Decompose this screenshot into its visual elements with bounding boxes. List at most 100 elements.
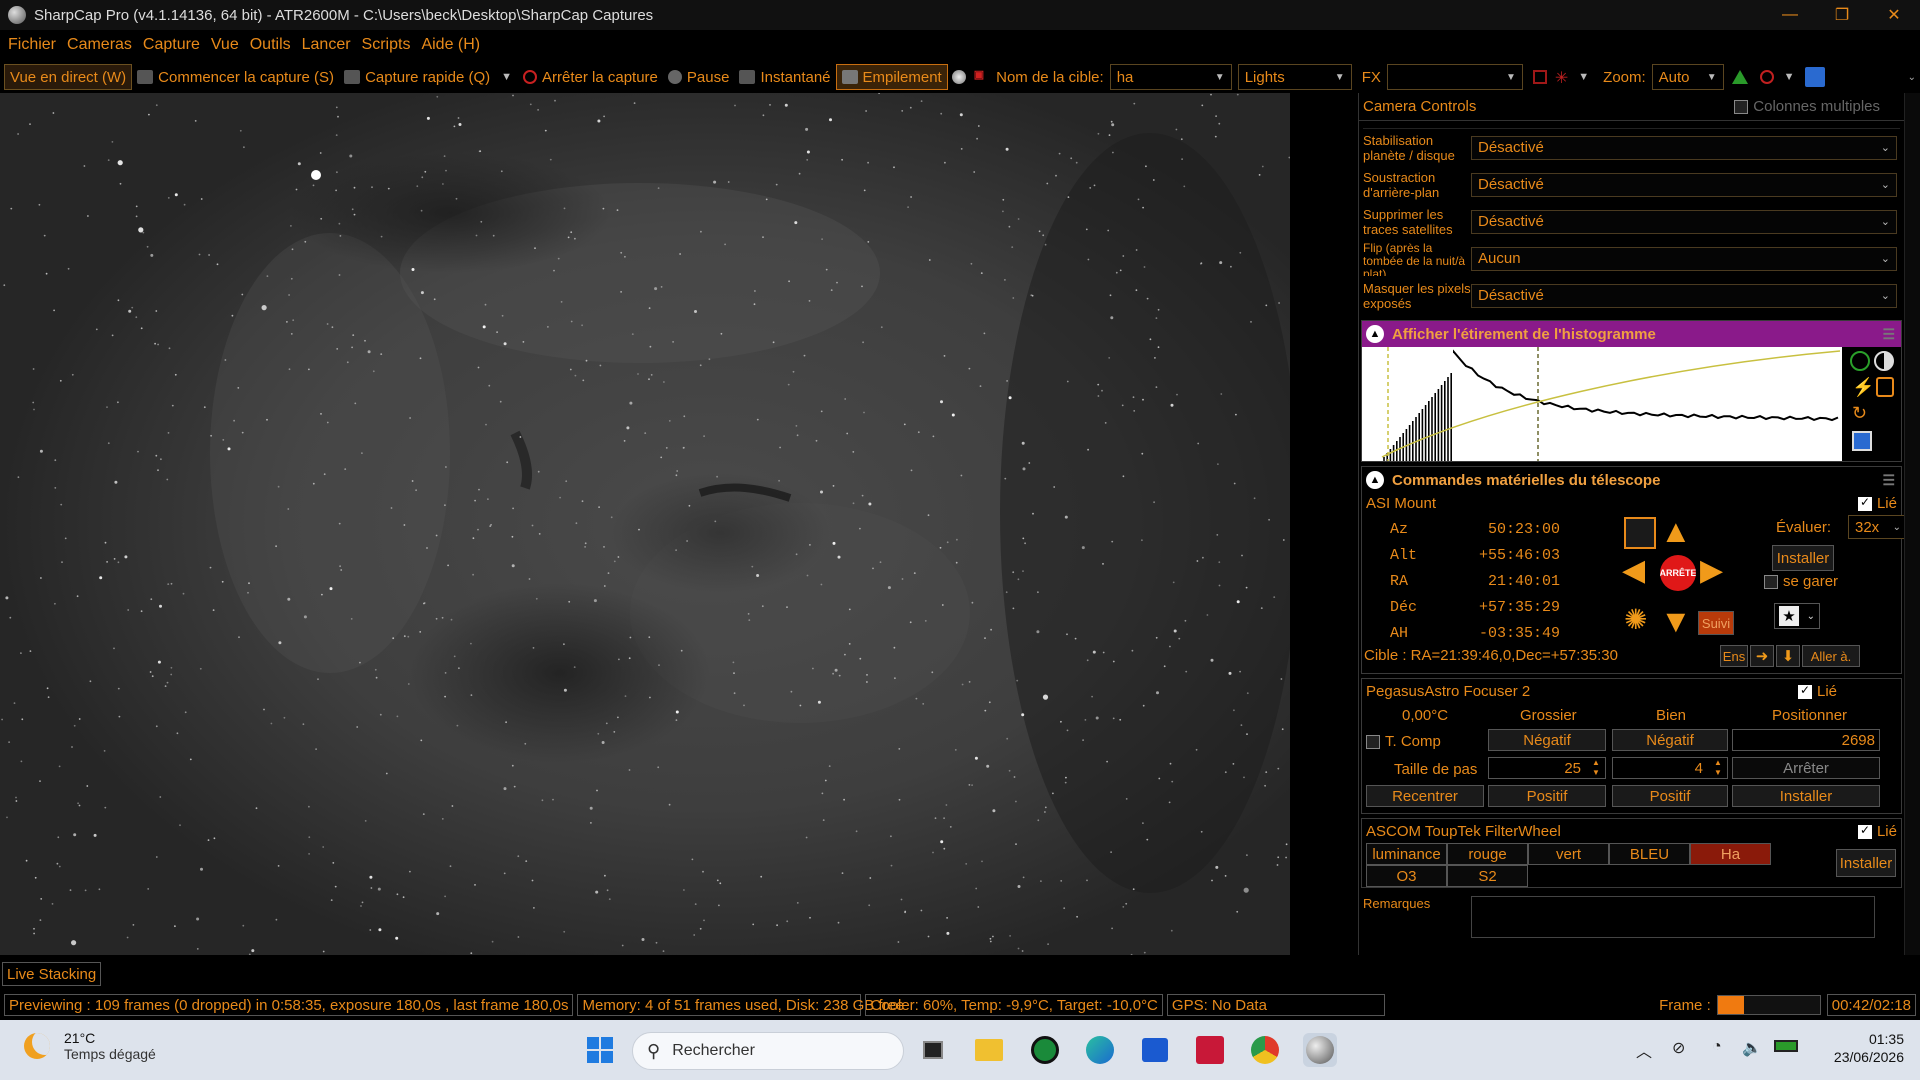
volume-icon[interactable]: 🔈 bbox=[1742, 1038, 1762, 1058]
green-app-icon[interactable] bbox=[1028, 1033, 1062, 1067]
arrow-down-icon[interactable]: ⬇ bbox=[1776, 645, 1800, 667]
target-name-select[interactable]: ha ▼ bbox=[1109, 64, 1232, 90]
chevron-up-icon[interactable]: ︿ bbox=[1636, 1038, 1652, 1062]
roi-icon[interactable] bbox=[1532, 70, 1547, 84]
filter-green-button[interactable]: vert bbox=[1528, 843, 1609, 865]
collapse-icon[interactable]: ▲ bbox=[1366, 471, 1384, 489]
star-select[interactable]: ★ ⌄ bbox=[1774, 603, 1820, 629]
zoom-select[interactable]: Auto ▼ bbox=[1651, 64, 1724, 90]
filter-luminance-button[interactable]: luminance bbox=[1366, 843, 1447, 865]
mount-install-button[interactable]: Installer bbox=[1772, 545, 1834, 571]
tcomp-toggle[interactable]: T. Comp bbox=[1366, 733, 1441, 750]
taskbar-search[interactable]: ⚲ Rechercher bbox=[632, 1032, 904, 1070]
fine-negative-button[interactable]: Négatif bbox=[1612, 729, 1728, 751]
windows-start-icon[interactable] bbox=[583, 1033, 617, 1067]
reset-icon[interactable]: ↻ bbox=[1852, 403, 1867, 424]
recenter-button[interactable]: Recentrer bbox=[1366, 785, 1484, 807]
auto-stretch-icon[interactable] bbox=[1850, 351, 1870, 371]
task-view-icon[interactable] bbox=[916, 1033, 950, 1067]
slew-west-button[interactable]: ◀ bbox=[1622, 555, 1645, 587]
background-subtraction-select[interactable]: Désactivé ⌄ bbox=[1471, 172, 1897, 197]
coarse-step-spinner[interactable]: ▲ ▼ bbox=[1588, 758, 1604, 778]
filterwheel-linked-checkbox[interactable] bbox=[1857, 823, 1872, 839]
stacking-button[interactable]: Empilement bbox=[835, 64, 948, 90]
network-off-icon[interactable]: ⊘ bbox=[1672, 1038, 1685, 1058]
record-icon[interactable]: ▣ bbox=[974, 68, 984, 86]
park-checkbox[interactable] bbox=[1764, 574, 1778, 589]
live-image-view[interactable] bbox=[0, 93, 1290, 955]
histogram-plot[interactable] bbox=[1362, 347, 1842, 461]
histogram-header[interactable]: ▲ Afficher l'étirement de l'histogramme … bbox=[1362, 321, 1901, 347]
sharpcap-taskbar-icon[interactable] bbox=[1303, 1033, 1337, 1067]
live-stacking-tab[interactable]: Live Stacking bbox=[2, 962, 102, 986]
ens-button[interactable]: Ens bbox=[1720, 645, 1748, 667]
weather-widget[interactable]: 21°C Temps dégagé bbox=[24, 1030, 156, 1062]
stop-capture-button[interactable]: Arrêter la capture bbox=[518, 64, 663, 90]
focuser-install-button[interactable]: Installer bbox=[1732, 785, 1880, 807]
overflow-icon[interactable]: ⌄ bbox=[1908, 72, 1916, 83]
chevron-down-icon[interactable]: ▼ bbox=[501, 71, 512, 83]
fine-step-spinner[interactable]: ▲ ▼ bbox=[1710, 758, 1726, 778]
menu-scripts[interactable]: Scripts bbox=[362, 36, 411, 54]
slew-rate-select[interactable]: 32x ⌄ bbox=[1848, 515, 1908, 539]
multi-columns-checkbox[interactable] bbox=[1734, 99, 1749, 114]
menu-tools[interactable]: Outils bbox=[250, 36, 291, 54]
tracking-button[interactable]: Suivi bbox=[1698, 611, 1734, 635]
focus-assist-icon[interactable] bbox=[1759, 70, 1774, 84]
filter-ha-button[interactable]: Ha bbox=[1690, 843, 1771, 865]
chevron-down-icon[interactable]: ▼ bbox=[1784, 71, 1795, 83]
edge-browser-icon[interactable] bbox=[1083, 1033, 1117, 1067]
pause-button[interactable]: Pause bbox=[663, 64, 735, 90]
park-toggle[interactable]: se garer bbox=[1764, 573, 1838, 590]
red-app-icon[interactable] bbox=[1193, 1033, 1227, 1067]
wifi-icon[interactable]: ◔ bbox=[1712, 1038, 1722, 1056]
filterwheel-linked-toggle[interactable]: Lié bbox=[1857, 823, 1897, 840]
pin-icon[interactable] bbox=[1804, 67, 1825, 87]
slew-east-button[interactable]: ▶ bbox=[1700, 555, 1723, 587]
contrast-icon[interactable] bbox=[1874, 351, 1894, 371]
filter-blue-button[interactable]: BLEU bbox=[1609, 843, 1690, 865]
file-explorer-icon[interactable] bbox=[972, 1033, 1006, 1067]
chrome-icon[interactable] bbox=[1248, 1033, 1282, 1067]
lightning-icon[interactable]: ⚡ bbox=[1852, 377, 1874, 398]
close-button[interactable]: ✕ bbox=[1868, 0, 1920, 30]
focuser-stop-button[interactable]: Arrêter bbox=[1732, 757, 1880, 779]
focuser-linked-checkbox[interactable] bbox=[1798, 683, 1812, 699]
filter-red-button[interactable]: rouge bbox=[1447, 843, 1528, 865]
snapshot-button[interactable]: Instantané bbox=[734, 64, 835, 90]
home-icon[interactable] bbox=[1624, 517, 1656, 549]
brightness-icon[interactable] bbox=[951, 70, 966, 84]
battery-icon[interactable] bbox=[1774, 1040, 1798, 1052]
crosshair-icon[interactable]: ✳ bbox=[1555, 68, 1568, 87]
collapse-icon[interactable]: ▲ bbox=[1366, 325, 1384, 343]
mount-linked-toggle[interactable]: Lié bbox=[1857, 495, 1897, 512]
frame-type-select[interactable]: Lights ▼ bbox=[1237, 64, 1352, 90]
satellite-trail-select[interactable]: Désactivé ⌄ bbox=[1471, 209, 1897, 234]
notes-textarea[interactable] bbox=[1471, 896, 1875, 938]
slew-south-button[interactable]: ▼ bbox=[1660, 605, 1692, 637]
menu-file[interactable]: Fichier bbox=[8, 36, 56, 54]
filter-o3-button[interactable]: O3 bbox=[1366, 865, 1447, 887]
live-view-button[interactable]: Vue en direct (W) bbox=[4, 64, 133, 90]
coarse-negative-button[interactable]: Négatif bbox=[1488, 729, 1606, 751]
menu-help[interactable]: Aide (H) bbox=[421, 36, 480, 54]
menu-icon[interactable]: ☰ bbox=[1882, 326, 1895, 343]
right-panel-scrollbar[interactable] bbox=[1904, 93, 1920, 955]
tcomp-checkbox[interactable] bbox=[1366, 734, 1380, 749]
focuser-position-field[interactable]: 2698 bbox=[1732, 729, 1880, 751]
stop-slew-button[interactable]: ARRÊTE bbox=[1660, 555, 1696, 591]
flip-select[interactable]: Aucun ⌄ bbox=[1471, 246, 1897, 271]
mask-exposed-pixels-select[interactable]: Désactivé ⌄ bbox=[1471, 283, 1897, 308]
arrow-right-icon[interactable]: ➜ bbox=[1750, 645, 1774, 667]
quick-capture-button[interactable]: Capture rapide (Q) bbox=[339, 64, 495, 90]
histogram-mini-icon[interactable] bbox=[1731, 70, 1748, 84]
menu-icon[interactable]: ☰ bbox=[1882, 472, 1895, 489]
chevron-down-icon[interactable]: ▼ bbox=[1578, 71, 1589, 83]
save-icon[interactable] bbox=[1852, 431, 1872, 451]
multi-columns-toggle[interactable]: Colonnes multiples bbox=[1734, 98, 1880, 115]
focuser-linked-toggle[interactable]: Lié bbox=[1798, 683, 1837, 700]
maximize-button[interactable]: ❐ bbox=[1816, 0, 1868, 30]
clock[interactable]: 01:35 23/06/2026 bbox=[1834, 1030, 1904, 1066]
start-capture-button[interactable]: Commencer la capture (S) bbox=[132, 64, 339, 90]
coarse-positive-button[interactable]: Positif bbox=[1488, 785, 1606, 807]
